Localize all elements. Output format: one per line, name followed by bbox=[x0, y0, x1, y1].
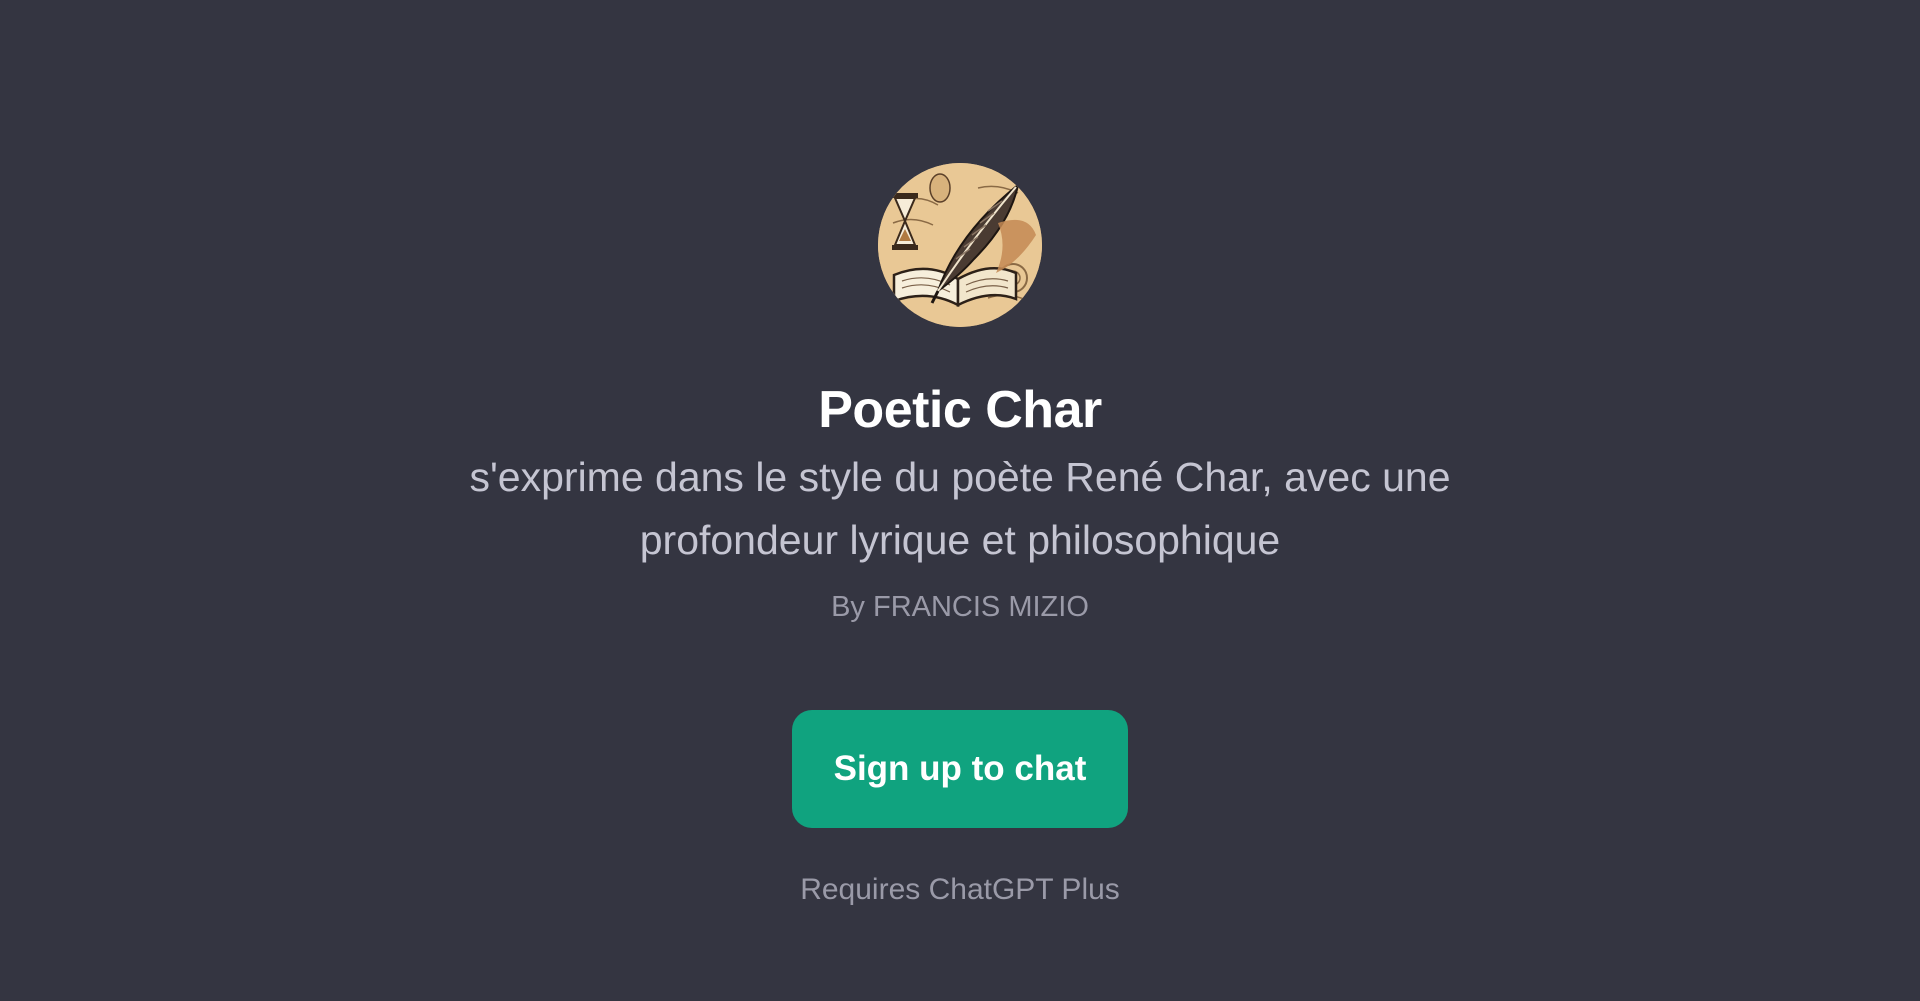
gpt-description: s'exprime dans le style du poète René Ch… bbox=[469, 454, 1451, 563]
gpt-title: Poetic Char bbox=[818, 381, 1102, 439]
gpt-avatar bbox=[878, 163, 1042, 327]
sign-up-button[interactable]: Sign up to chat bbox=[792, 710, 1128, 828]
gpt-author: By FRANCIS MIZIO bbox=[831, 591, 1089, 623]
plan-requirement-note: Requires ChatGPT Plus bbox=[800, 873, 1120, 906]
quill-book-hourglass-icon bbox=[878, 163, 1042, 327]
gpt-landing-page: Poetic Char s'exprime dans le style du p… bbox=[0, 0, 1920, 1001]
